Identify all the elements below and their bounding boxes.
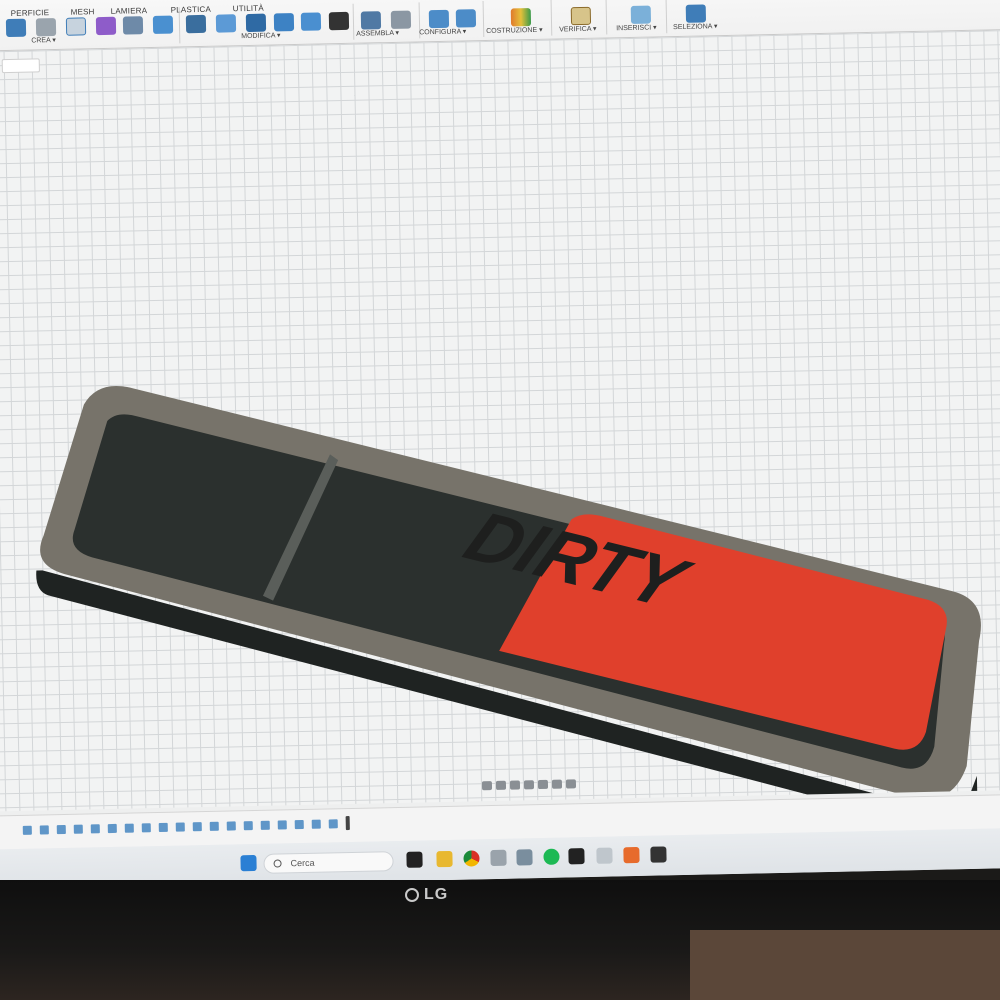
model-viewport: DIRTY — [36, 385, 981, 812]
other-app-icon[interactable] — [650, 846, 667, 863]
group-verifica[interactable]: VERIFICA ▾ — [559, 25, 596, 34]
timeline-feature[interactable] — [226, 821, 236, 831]
construct-icon[interactable] — [510, 8, 532, 27]
timeline-feature[interactable] — [39, 825, 49, 835]
timeline-feature[interactable] — [73, 824, 83, 834]
timeline-feature[interactable] — [141, 823, 151, 833]
app-icon[interactable] — [490, 849, 507, 867]
pan-icon[interactable] — [495, 780, 507, 790]
design-canvas[interactable]: DIRTY — [0, 28, 1000, 812]
windows-start-icon[interactable] — [240, 854, 257, 872]
group-inserisci[interactable]: INSERISCI ▾ — [616, 23, 657, 32]
fusion-app-icon[interactable] — [623, 846, 640, 864]
group-assembla[interactable]: ASSEMBLA ▾ — [356, 29, 399, 38]
table-icon[interactable] — [455, 9, 477, 28]
lg-logo: LG — [405, 886, 448, 904]
task-view-icon[interactable] — [406, 851, 423, 868]
timeline-feature[interactable] — [260, 820, 270, 830]
group-configura[interactable]: CONFIGURA ▾ — [419, 27, 466, 36]
brand-label: LG — [424, 886, 449, 903]
tab-lamiera[interactable]: LAMIERA — [111, 6, 148, 16]
desk — [690, 930, 1000, 1000]
group-crea[interactable]: CREA ▾ — [31, 36, 56, 45]
tab-superficie[interactable]: PERFICIE — [11, 8, 50, 18]
fillet-icon[interactable] — [215, 14, 237, 33]
timeline-feature[interactable] — [192, 822, 202, 832]
assemble-icon[interactable] — [360, 11, 382, 30]
insert-image-icon[interactable] — [630, 5, 652, 24]
configure-icon[interactable] — [428, 9, 450, 29]
orbit-icon[interactable] — [481, 781, 493, 791]
timeline-feature[interactable] — [90, 824, 100, 834]
folder-icon[interactable] — [436, 850, 453, 868]
timeline-feature[interactable] — [107, 823, 117, 834]
chamfer-icon[interactable] — [245, 13, 267, 33]
joint-icon[interactable] — [390, 10, 412, 29]
tab-utilita[interactable]: UTILITÀ — [233, 4, 264, 14]
lg-logo-icon — [405, 888, 419, 902]
spotify-icon[interactable] — [543, 848, 560, 865]
timeline-feature[interactable] — [243, 821, 253, 831]
shell-icon[interactable] — [273, 13, 295, 32]
pipe-icon[interactable] — [152, 15, 174, 34]
tab-mesh[interactable]: MESH — [71, 7, 95, 16]
timeline-feature[interactable] — [175, 822, 185, 832]
measure-icon[interactable] — [570, 6, 592, 26]
zoom-icon[interactable] — [509, 780, 521, 790]
viewport-icon[interactable] — [565, 779, 577, 789]
tab-plastica[interactable]: PLASTICA — [171, 5, 211, 15]
chrome-icon[interactable] — [463, 850, 480, 867]
timeline-feature[interactable] — [311, 819, 321, 829]
image-app-icon[interactable] — [516, 849, 533, 866]
group-modifica[interactable]: MODIFICA ▾ — [241, 31, 280, 40]
timeline-feature[interactable] — [294, 819, 304, 830]
move-icon[interactable] — [328, 11, 350, 31]
select-icon[interactable] — [685, 4, 707, 23]
combine-icon[interactable] — [300, 12, 322, 31]
box-icon[interactable] — [35, 18, 57, 37]
timeline-feature[interactable] — [124, 823, 134, 833]
press-pull-icon[interactable] — [185, 14, 207, 34]
tools-app-icon[interactable] — [596, 847, 613, 864]
search-placeholder: Cerca — [290, 857, 315, 869]
fit-icon[interactable] — [523, 780, 535, 790]
group-costruzione[interactable]: COSTRUZIONE ▾ — [486, 26, 543, 35]
timeline-feature[interactable] — [209, 821, 219, 831]
timeline-feature[interactable] — [277, 820, 287, 830]
timeline-marker[interactable] — [345, 816, 350, 831]
monitor-screen: PERFICIE MESH LAMIERA PLASTICA UTILITÀ C… — [0, 0, 1000, 890]
timeline-feature[interactable] — [56, 824, 66, 835]
sketch-icon[interactable] — [5, 18, 27, 38]
form-icon[interactable] — [95, 16, 117, 36]
search-icon — [273, 859, 282, 868]
taskbar-search[interactable]: Cerca — [263, 851, 394, 874]
extrude-icon[interactable] — [65, 17, 87, 36]
timeline-feature[interactable] — [328, 819, 338, 829]
group-seleziona[interactable]: SELEZIONA ▾ — [673, 22, 718, 31]
media-app-icon[interactable] — [568, 848, 585, 865]
grid-settings-icon[interactable] — [551, 779, 563, 789]
timeline-feature[interactable] — [158, 822, 168, 833]
timeline-feature[interactable] — [22, 825, 32, 835]
sheet-icon[interactable] — [122, 16, 144, 35]
display-settings-icon[interactable] — [537, 779, 549, 790]
